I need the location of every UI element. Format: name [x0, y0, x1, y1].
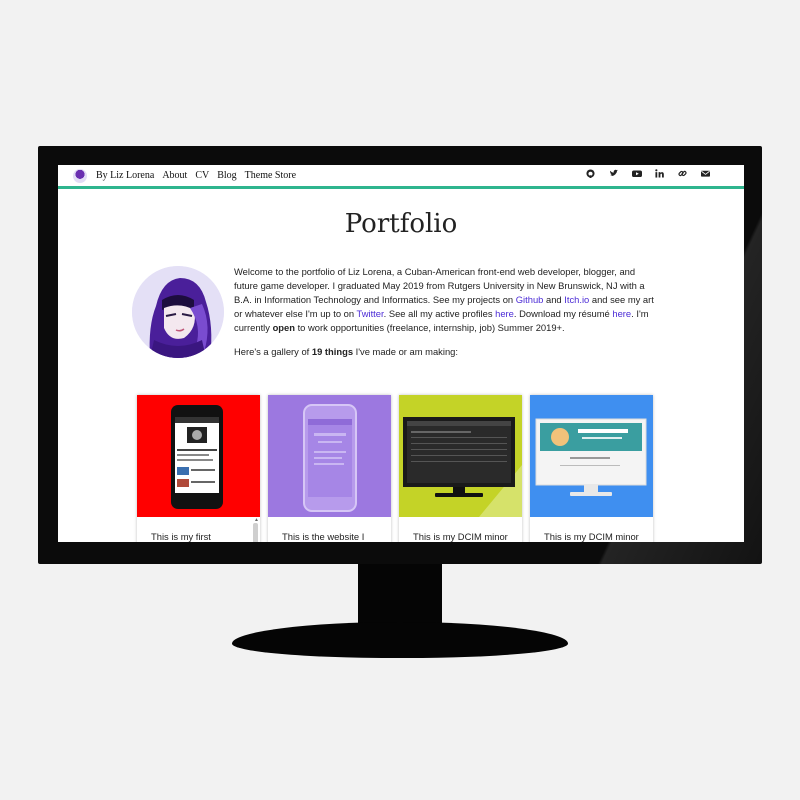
intro-text-4: . See all my active profiles [383, 308, 496, 319]
gallery-card[interactable]: This is my DCIM minor [530, 395, 653, 542]
project-thumbnail[interactable] [399, 395, 522, 517]
nav-link-theme-store[interactable]: Theme Store [245, 170, 296, 181]
gallery-intro: Here's a gallery of 19 things I've made … [234, 345, 659, 359]
project-caption: This is my first [151, 531, 211, 542]
website-screen: By Liz Lorena About CV Blog Theme Store [58, 165, 744, 542]
link-icon[interactable] [678, 169, 687, 181]
monitor-stand-base [232, 622, 568, 658]
project-caption: This is my DCIM minor [413, 531, 508, 542]
project-thumbnail[interactable] [137, 395, 260, 517]
github-link[interactable]: Github [516, 294, 544, 305]
nav-link-about[interactable]: About [162, 170, 187, 181]
page-title: Portfolio [344, 209, 458, 239]
project-caption: This is my DCIM minor [544, 531, 639, 542]
itch-link[interactable]: Itch.io [564, 294, 589, 305]
project-thumbnail[interactable] [268, 395, 391, 517]
intro-paragraph: Welcome to the portfolio of Liz Lorena, … [234, 265, 659, 335]
nav-link-cv[interactable]: CV [195, 170, 209, 181]
caption-scrollbar[interactable] [253, 523, 258, 542]
gallery-card[interactable]: This is my first ▲ [137, 395, 260, 542]
project-caption: This is the website I [282, 531, 365, 542]
social-icons [586, 169, 710, 181]
email-icon[interactable] [701, 169, 710, 181]
nav-brand[interactable]: By Liz Lorena [96, 170, 154, 181]
twitter-link[interactable]: Twitter [357, 308, 384, 319]
profile-avatar [132, 266, 224, 358]
intro-text: Welcome to the portfolio of Liz Lorena, … [234, 265, 659, 369]
gallery-count: 19 things [311, 346, 354, 357]
youtube-icon[interactable] [632, 169, 642, 181]
project-thumbnail[interactable] [530, 395, 653, 517]
github-icon[interactable] [586, 169, 595, 181]
gallery-intro-text-1: Here's a gallery of [234, 346, 312, 357]
gallery-card[interactable]: This is my DCIM minor [399, 395, 522, 542]
gallery-intro-text-2: I've made or am making: [353, 346, 458, 357]
gallery-card[interactable]: This is the website I [268, 395, 391, 542]
nav-links: By Liz Lorena About CV Blog Theme Store [96, 170, 296, 181]
intro-text-7: to work opportunities (freelance, intern… [294, 322, 565, 333]
gallery: This is my first ▲ This is the website I [137, 395, 653, 542]
intro-text-5: . Download my résumé [513, 308, 613, 319]
resume-link[interactable]: here [612, 308, 631, 319]
profiles-link[interactable]: here [495, 308, 514, 319]
navbar: By Liz Lorena About CV Blog Theme Store [58, 165, 744, 189]
linkedin-icon[interactable] [655, 169, 664, 181]
intro-text-2: and [543, 294, 565, 305]
brand-avatar[interactable] [73, 169, 87, 183]
nav-link-blog[interactable]: Blog [217, 170, 236, 181]
open-status: open [272, 322, 295, 333]
twitter-icon[interactable] [609, 169, 618, 181]
